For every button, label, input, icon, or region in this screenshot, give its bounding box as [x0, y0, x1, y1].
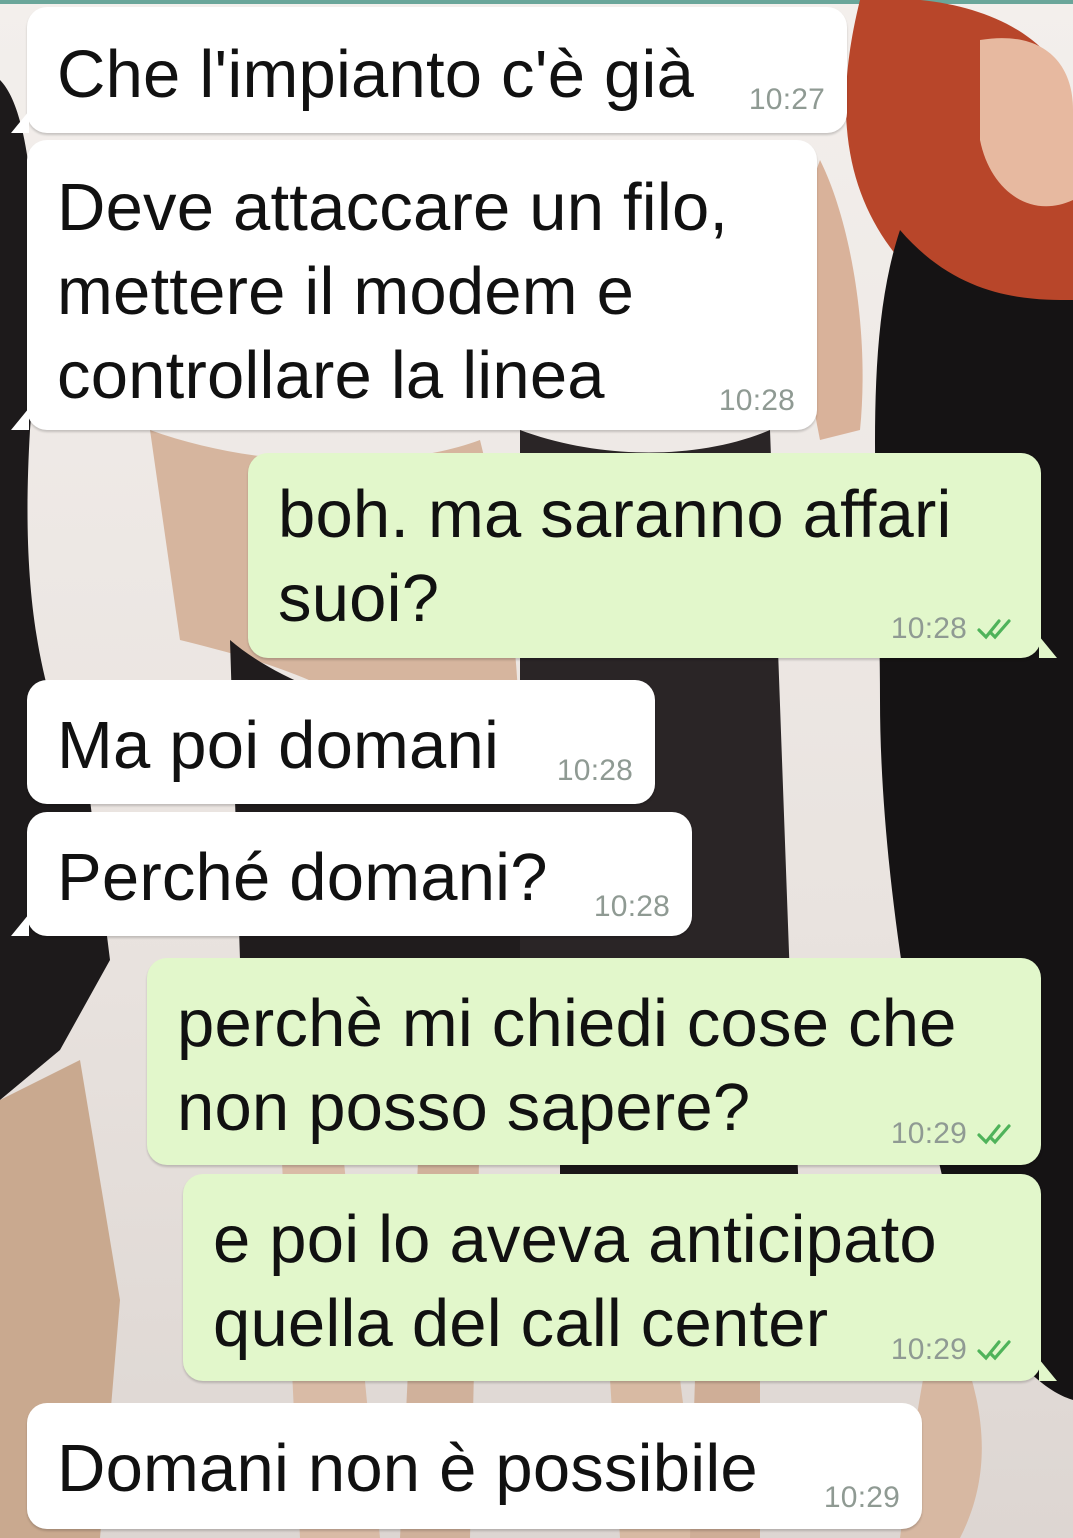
message-time: 10:27	[748, 83, 825, 116]
double-check-icon	[977, 619, 1011, 640]
message-time: 10:29	[890, 1117, 967, 1150]
message-text-line: suoi?	[278, 561, 440, 636]
message-text-line: Ma poi domani	[57, 708, 500, 783]
message-text-line: Domani non è possibile	[57, 1431, 758, 1506]
message-text-line: mettere il modem e	[57, 254, 635, 329]
message-time: 10:28	[718, 384, 795, 417]
message-time: 10:28	[890, 612, 967, 645]
outgoing-message[interactable]: e poi lo aveva anticipato quella del cal…	[183, 1174, 1057, 1381]
message-text-line: quella del call center	[213, 1286, 829, 1361]
message-time: 10:28	[593, 890, 670, 923]
outgoing-message[interactable]: boh. ma saranno affari suoi? 10:28	[248, 453, 1057, 658]
double-check-icon	[977, 1124, 1011, 1145]
double-check-icon	[977, 1340, 1011, 1361]
message-time: 10:28	[556, 754, 633, 787]
incoming-message[interactable]: Perché domani? 10:28	[11, 812, 692, 936]
incoming-message[interactable]: Che l'impianto c'è già 10:27	[11, 7, 847, 133]
message-text-line: Deve attaccare un filo,	[57, 170, 729, 245]
message-list[interactable]: Che l'impianto c'è già 10:27 Deve attacc…	[0, 0, 1073, 1538]
message-time: 10:29	[823, 1481, 900, 1514]
message-text-line: boh. ma saranno affari	[278, 477, 952, 552]
message-text-line: Perché domani?	[57, 840, 548, 915]
message-text-line: perchè mi chiedi cose che	[177, 986, 957, 1061]
message-text-line: Che l'impianto c'è già	[57, 37, 695, 112]
message-text-line: non posso sapere?	[177, 1070, 751, 1145]
message-text-line: e poi lo aveva anticipato	[213, 1202, 937, 1277]
message-time: 10:29	[890, 1333, 967, 1366]
message-text-line: controllare la linea	[57, 338, 605, 413]
outgoing-message[interactable]: perchè mi chiedi cose che non posso sape…	[147, 958, 1041, 1165]
incoming-message[interactable]: Domani non è possibile 10:29	[27, 1403, 922, 1529]
incoming-message[interactable]: Deve attaccare un filo, mettere il modem…	[11, 140, 817, 430]
incoming-message[interactable]: Ma poi domani 10:28	[27, 680, 655, 804]
